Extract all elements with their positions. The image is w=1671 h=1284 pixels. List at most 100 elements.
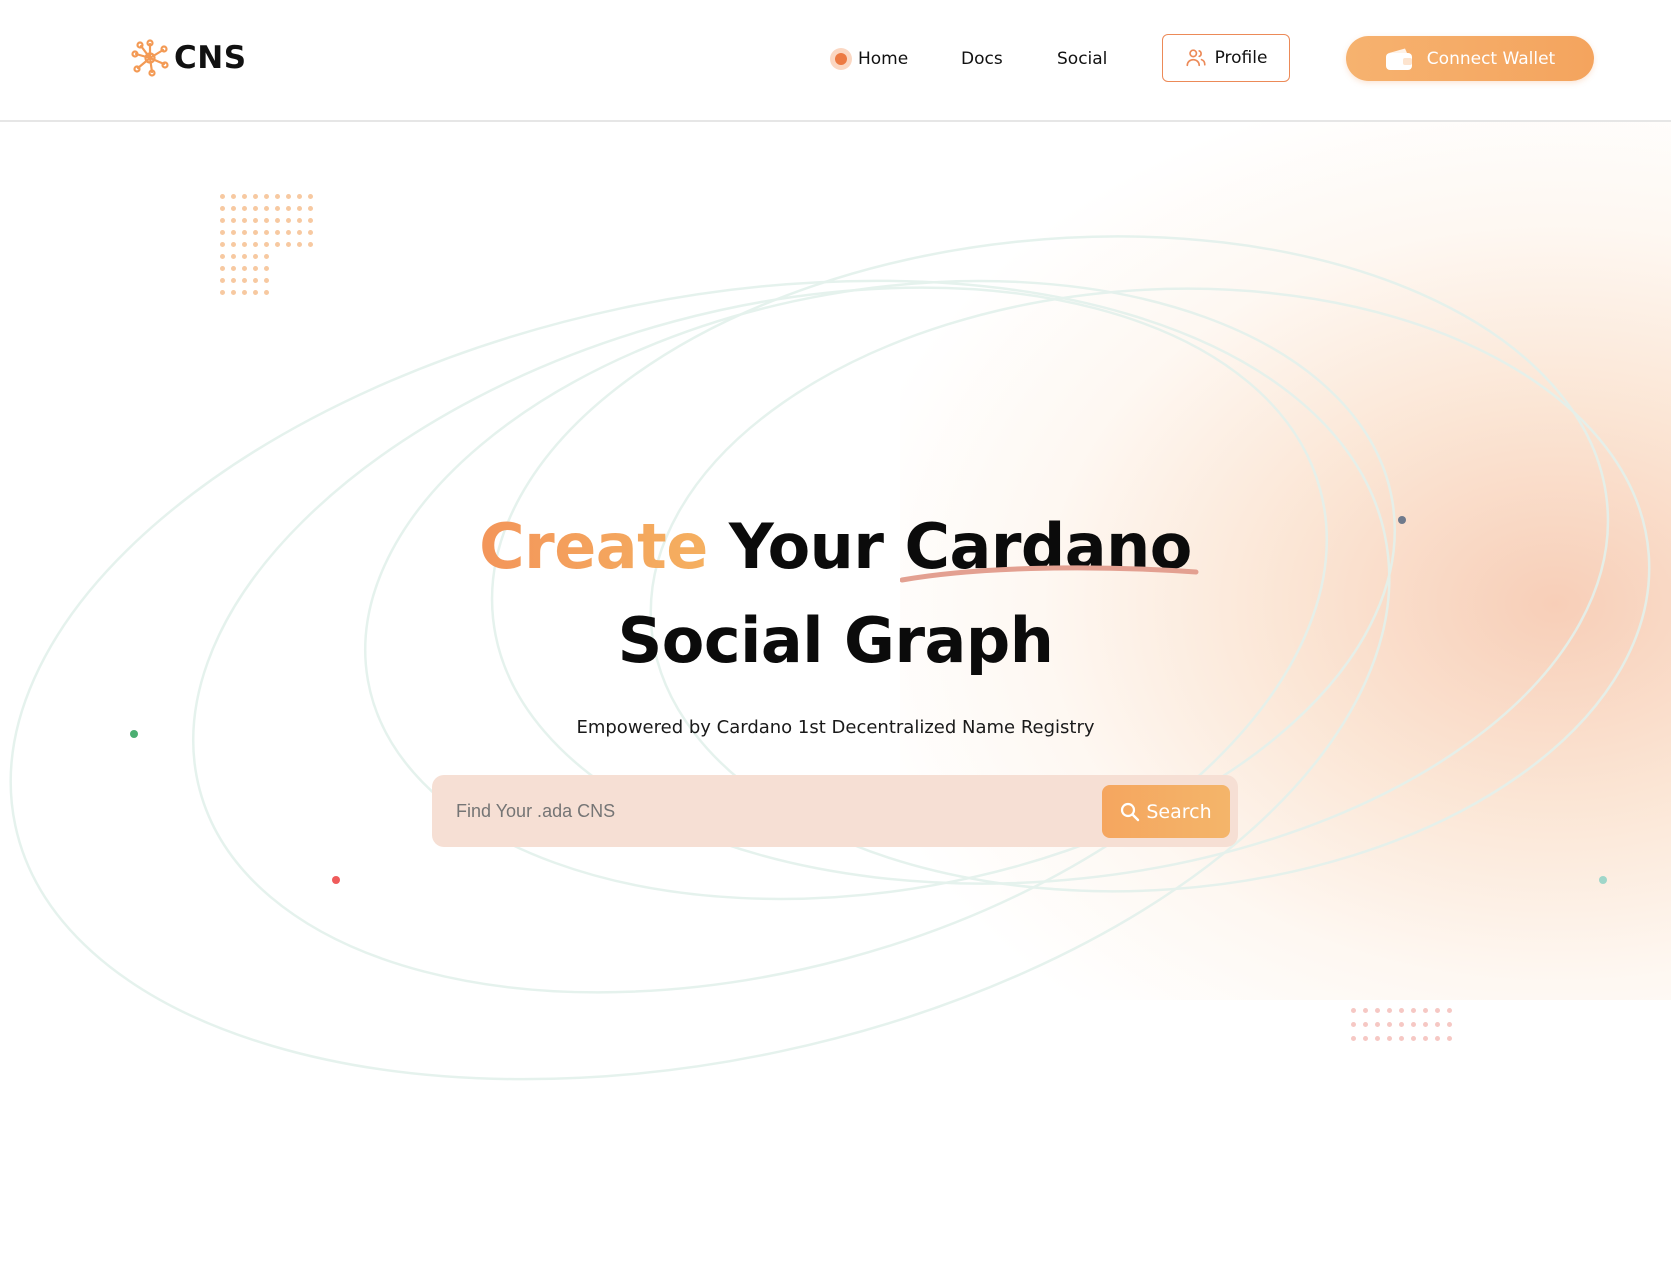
hero-title-accent: Create <box>479 510 708 583</box>
decorative-dot <box>286 218 291 223</box>
decorative-dot <box>231 194 236 199</box>
decorative-dot <box>308 206 313 211</box>
decorative-dot-grid <box>1351 1008 1452 1041</box>
decorative-dot <box>242 266 247 271</box>
nav-social[interactable]: Social <box>1057 0 1107 118</box>
decorative-dot <box>231 230 236 235</box>
decorative-dot <box>242 194 247 199</box>
decorative-dot <box>220 218 225 223</box>
search-button[interactable]: Search <box>1102 785 1230 838</box>
decorative-dot <box>253 218 258 223</box>
decorative-dot <box>1435 1036 1440 1041</box>
search-button-label: Search <box>1146 800 1212 823</box>
decorative-dot <box>242 278 247 283</box>
nav-docs[interactable]: Docs <box>961 0 1003 118</box>
decorative-dot <box>1387 1022 1392 1027</box>
active-dot-icon <box>830 48 852 70</box>
nav-docs-label: Docs <box>961 49 1003 69</box>
decorative-dot <box>297 242 302 247</box>
decorative-dot <box>242 242 247 247</box>
decorative-dot <box>242 290 247 295</box>
brand-logo[interactable]: CNS <box>130 38 247 78</box>
decorative-dot <box>332 876 340 884</box>
decorative-dot <box>231 266 236 271</box>
decorative-dot-grid <box>220 194 313 295</box>
nav-home[interactable]: Home <box>830 0 908 118</box>
connect-wallet-button[interactable]: Connect Wallet <box>1346 36 1594 81</box>
hero-subtitle: Empowered by Cardano 1st Decentralized N… <box>576 717 1095 738</box>
decorative-dot <box>253 290 258 295</box>
decorative-dot <box>297 230 302 235</box>
decorative-dot <box>1351 1036 1356 1041</box>
decorative-dot <box>264 242 269 247</box>
decorative-dot <box>1411 1036 1416 1041</box>
decorative-dot <box>1423 1022 1428 1027</box>
decorative-dot <box>220 266 225 271</box>
decorative-dot <box>253 230 258 235</box>
decorative-dot <box>1447 1008 1452 1013</box>
decorative-dot <box>308 218 313 223</box>
decorative-dot <box>220 242 225 247</box>
decorative-dot <box>220 194 225 199</box>
wallet-icon <box>1385 48 1412 70</box>
magnifier-icon <box>1121 802 1140 821</box>
decorative-dot <box>1351 1008 1356 1013</box>
decorative-dot <box>264 290 269 295</box>
decorative-dot <box>286 194 291 199</box>
decorative-dot <box>231 290 236 295</box>
decorative-dot <box>242 218 247 223</box>
users-icon <box>1186 49 1206 67</box>
decorative-dot <box>1435 1008 1440 1013</box>
decorative-dot <box>1411 1008 1416 1013</box>
decorative-dot <box>1447 1036 1452 1041</box>
decorative-dot <box>231 218 236 223</box>
decorative-dot <box>264 206 269 211</box>
nav-home-label: Home <box>858 49 909 69</box>
decorative-dot <box>253 206 258 211</box>
decorative-dot <box>242 206 247 211</box>
decorative-dot <box>297 218 302 223</box>
decorative-dot <box>286 206 291 211</box>
decorative-dot <box>1387 1036 1392 1041</box>
profile-button[interactable]: Profile <box>1162 34 1290 82</box>
decorative-dot <box>220 254 225 259</box>
decorative-dot <box>286 242 291 247</box>
connect-wallet-label: Connect Wallet <box>1426 48 1556 69</box>
decorative-dot <box>1351 1022 1356 1027</box>
decorative-dot <box>1399 1008 1404 1013</box>
decorative-dot <box>308 194 313 199</box>
decorative-dot <box>264 218 269 223</box>
hero-title-underlined: Cardano <box>900 500 1199 594</box>
decorative-dot <box>1387 1008 1392 1013</box>
decorative-dot <box>242 254 247 259</box>
decorative-dot <box>275 242 280 247</box>
decorative-dot <box>1363 1008 1368 1013</box>
hero-title: Create Your Cardano Social Graph <box>0 500 1671 688</box>
decorative-dot <box>264 194 269 199</box>
brush-underline-icon <box>900 565 1199 583</box>
site-header: CNS Home Docs Social Profile Connect Wal… <box>0 0 1671 122</box>
search-input[interactable] <box>456 789 1076 833</box>
decorative-dot <box>1435 1022 1440 1027</box>
decorative-dot <box>231 278 236 283</box>
decorative-dot <box>1447 1022 1452 1027</box>
hero-title-mid: Your <box>707 510 905 583</box>
decorative-dot <box>253 242 258 247</box>
decorative-dot <box>1423 1036 1428 1041</box>
decorative-dot <box>1599 876 1607 884</box>
landing-page: CNS Home Docs Social Profile Connect Wal… <box>0 0 1671 1284</box>
decorative-dot <box>231 242 236 247</box>
decorative-dot <box>264 254 269 259</box>
decorative-dot <box>275 194 280 199</box>
network-nodes-icon <box>131 39 169 77</box>
decorative-dot <box>242 230 247 235</box>
decorative-dot <box>297 206 302 211</box>
decorative-dot <box>286 230 291 235</box>
decorative-dot <box>220 290 225 295</box>
decorative-dot <box>220 230 225 235</box>
decorative-dot <box>264 266 269 271</box>
decorative-dot <box>1375 1036 1380 1041</box>
brand-name: CNS <box>174 40 247 76</box>
decorative-dot <box>1363 1022 1368 1027</box>
decorative-dot <box>297 194 302 199</box>
